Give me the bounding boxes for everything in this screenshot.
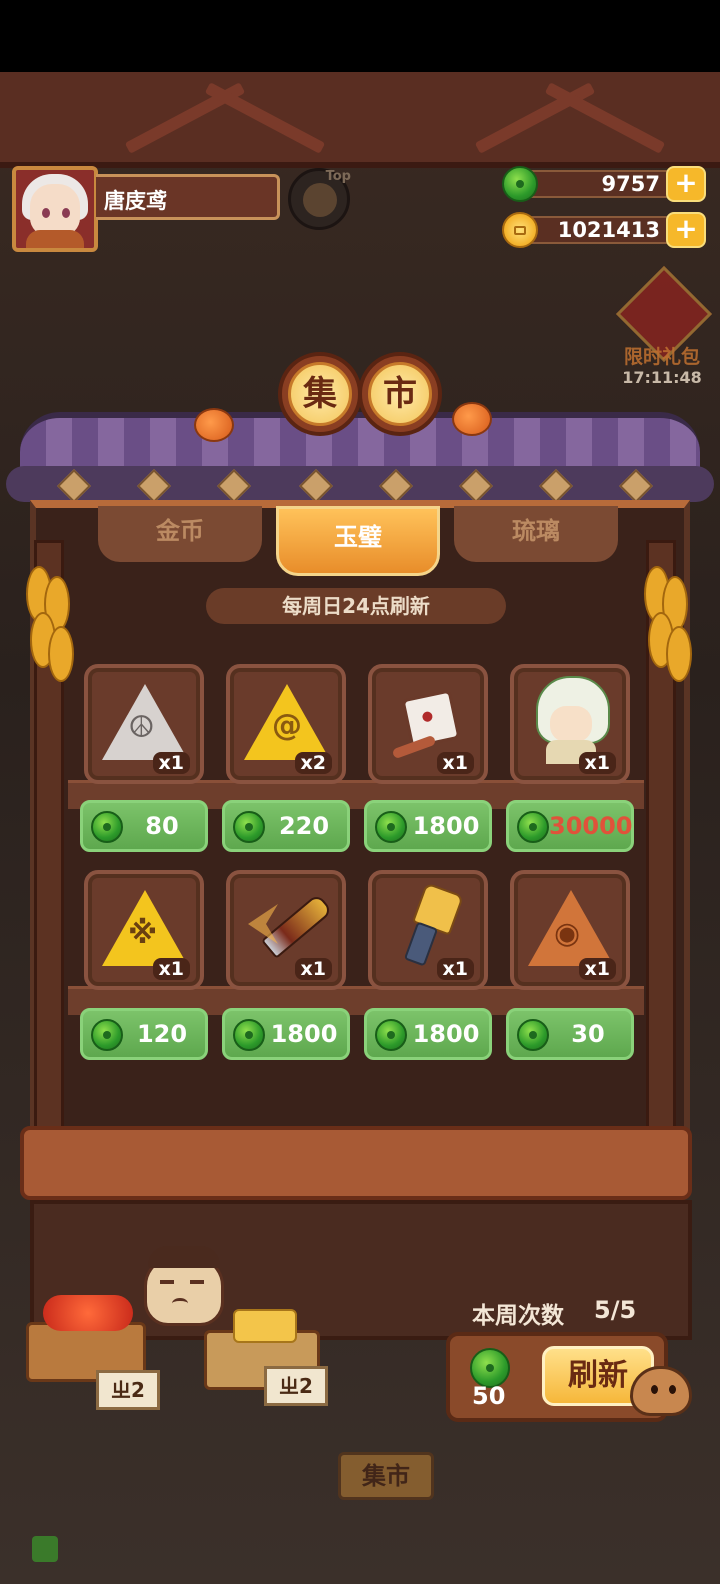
corn-decoration-right — [640, 556, 692, 686]
item-quantity: x2 — [294, 752, 332, 774]
price-value: 30 — [571, 1020, 605, 1048]
jade-icon — [375, 1019, 407, 1051]
shop-title-char-2: 市 — [368, 362, 432, 426]
refresh-cost: 50 — [472, 1382, 506, 1410]
add-jade-button[interactable]: + — [666, 166, 706, 202]
top-label: Top — [325, 169, 351, 184]
item-quantity: x1 — [578, 958, 616, 980]
price-button[interactable]: 220 — [222, 800, 350, 852]
price-button[interactable]: 30000 — [506, 800, 634, 852]
tofu-icon — [233, 1309, 297, 1343]
player-name: 唐庋鸢 — [104, 189, 167, 213]
jade-amount: 9757 — [601, 172, 660, 196]
player-name-plate: 唐庋鸢 — [96, 174, 280, 220]
shop-item-white-rune-stone[interactable]: ☮ x1 — [84, 664, 204, 784]
price-value: 120 — [136, 1020, 188, 1048]
drill-icon — [260, 893, 334, 959]
cat-mascot-icon — [630, 1366, 692, 1416]
shop-item-glove[interactable]: x1 — [368, 870, 488, 990]
shop-title-char-1: 集 — [288, 362, 352, 426]
tab-glaze[interactable]: 琉璃 — [454, 506, 618, 562]
top-character-icon — [303, 183, 337, 217]
price-value: 1800 — [412, 1020, 480, 1048]
weekly-count-label: 本周次数 — [472, 1303, 564, 1329]
stall-price-card: ㄓ2 — [264, 1366, 328, 1406]
jade-icon — [375, 811, 407, 843]
shop-item-gold-spiral-stone[interactable]: @ x2 — [226, 664, 346, 784]
jade-icon — [91, 1019, 123, 1051]
refresh-schedule-note: 每周日24点刷新 — [206, 588, 506, 624]
add-gold-button[interactable]: + — [666, 212, 706, 248]
price-button[interactable]: 1800 — [364, 800, 492, 852]
gift-timer: 17:11:48 — [622, 368, 702, 387]
jade-icon — [233, 811, 265, 843]
tomato-pile-icon — [43, 1295, 133, 1331]
corn-decoration-left — [22, 556, 74, 686]
shop-item-character-card[interactable]: x1 — [510, 664, 630, 784]
price-button[interactable]: 1800 — [222, 1008, 350, 1060]
jade-icon — [517, 811, 549, 843]
item-quantity: x1 — [152, 752, 190, 774]
gold-coin-icon — [502, 212, 538, 248]
market-sign: 集市 — [338, 1452, 434, 1500]
price-button[interactable]: 30 — [506, 1008, 634, 1060]
item-quantity: x1 — [152, 958, 190, 980]
price-button[interactable]: 80 — [80, 800, 208, 852]
player-avatar[interactable] — [12, 166, 98, 252]
item-quantity: x1 — [436, 752, 474, 774]
tab-gold[interactable]: 金币 — [98, 506, 262, 562]
shop-item-gold-turtle-stone[interactable]: ※ x1 — [84, 870, 204, 990]
item-quantity: x1 — [578, 752, 616, 774]
shop-item-dice[interactable]: x1 — [368, 664, 488, 784]
price-button[interactable]: 120 — [80, 1008, 208, 1060]
gift-label: 限时礼包 — [623, 346, 700, 368]
gold-amount: 1021413 — [557, 218, 660, 242]
jade-currency: 9757 + — [502, 166, 706, 202]
jade-icon — [91, 811, 123, 843]
item-quantity: x1 — [436, 958, 474, 980]
shop-title: 集 市 — [278, 352, 442, 438]
persimmon-decoration — [194, 408, 234, 442]
status-indicator — [32, 1536, 58, 1562]
price-value: 1800 — [412, 812, 480, 840]
weekly-count-value: 5/5 — [594, 1296, 637, 1324]
shop-item-bronze-rune-stone[interactable]: ◉ x1 — [510, 870, 630, 990]
item-quantity: x1 — [294, 958, 332, 980]
price-value: 1800 — [270, 1020, 338, 1048]
price-value-insufficient: 30000 — [549, 812, 633, 840]
persimmon-decoration — [452, 402, 492, 436]
jade-icon — [502, 166, 538, 202]
leaderboard-top-button[interactable]: Top — [288, 168, 351, 230]
price-value: 220 — [278, 812, 330, 840]
shop-item-drill[interactable]: x1 — [226, 870, 346, 990]
stall-counter — [20, 1126, 692, 1200]
ceiling-beams — [0, 72, 720, 168]
stall-price-card: ㄓ2 — [96, 1370, 160, 1410]
jade-icon — [233, 1019, 265, 1051]
jade-icon — [517, 1019, 549, 1051]
price-button[interactable]: 1800 — [364, 1008, 492, 1060]
gold-currency: 1021413 + — [502, 212, 706, 248]
price-value: 80 — [145, 812, 179, 840]
tab-jade[interactable]: 玉璧 — [276, 506, 440, 576]
limited-gift-button[interactable]: 限时礼包 17:11:48 — [612, 265, 713, 390]
